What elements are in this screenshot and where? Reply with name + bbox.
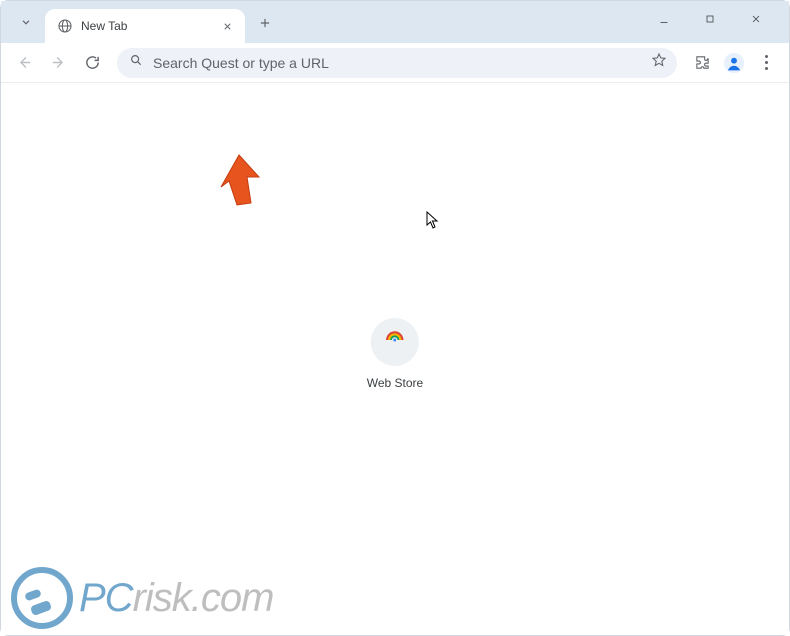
dot-icon bbox=[765, 55, 768, 58]
puzzle-icon bbox=[694, 54, 711, 71]
chrome-store-icon bbox=[384, 329, 406, 356]
watermark-logo-icon bbox=[11, 567, 73, 629]
omnibox[interactable] bbox=[117, 48, 677, 78]
window-close-button[interactable] bbox=[739, 5, 773, 33]
extensions-button[interactable] bbox=[687, 48, 717, 78]
search-icon bbox=[129, 53, 143, 72]
profile-button[interactable] bbox=[721, 50, 747, 76]
new-tab-page: Web Store PCrisk.com bbox=[1, 83, 789, 635]
new-tab-button[interactable] bbox=[251, 9, 279, 37]
browser-menu-button[interactable] bbox=[751, 48, 781, 78]
browser-tab[interactable]: New Tab bbox=[45, 9, 245, 43]
nav-reload-button[interactable] bbox=[77, 48, 107, 78]
reload-icon bbox=[84, 54, 101, 71]
omnibox-input[interactable] bbox=[153, 55, 641, 71]
maximize-icon bbox=[704, 13, 716, 25]
tab-strip: New Tab bbox=[1, 1, 789, 43]
close-icon bbox=[750, 13, 762, 25]
profile-icon bbox=[723, 52, 745, 74]
shortcut-web-store[interactable]: Web Store bbox=[367, 318, 423, 390]
shortcut-label: Web Store bbox=[367, 376, 423, 390]
star-icon bbox=[651, 52, 667, 68]
plus-icon bbox=[258, 16, 272, 30]
shortcut-tile bbox=[371, 318, 419, 366]
tab-title: New Tab bbox=[81, 19, 219, 33]
watermark: PCrisk.com bbox=[11, 567, 273, 629]
minimize-icon bbox=[658, 13, 670, 25]
arrow-right-icon bbox=[50, 54, 67, 71]
chevron-down-icon bbox=[19, 15, 33, 29]
close-icon bbox=[222, 21, 233, 32]
globe-icon bbox=[57, 18, 73, 34]
watermark-text: PCrisk.com bbox=[79, 576, 273, 621]
window-maximize-button[interactable] bbox=[693, 5, 727, 33]
window-minimize-button[interactable] bbox=[647, 5, 681, 33]
window-controls bbox=[647, 1, 783, 43]
watermark-rest: risk.com bbox=[133, 576, 274, 620]
nav-back-button[interactable] bbox=[9, 48, 39, 78]
dot-icon bbox=[765, 67, 768, 70]
nav-forward-button[interactable] bbox=[43, 48, 73, 78]
bookmark-button[interactable] bbox=[651, 52, 667, 73]
titlebar-drag-region[interactable] bbox=[283, 1, 647, 43]
search-tabs-button[interactable] bbox=[11, 7, 41, 37]
dot-icon bbox=[765, 61, 768, 64]
annotation-arrow-icon bbox=[213, 153, 263, 214]
watermark-accent: PC bbox=[79, 576, 133, 620]
arrow-left-icon bbox=[16, 54, 33, 71]
mouse-cursor-icon bbox=[426, 211, 440, 234]
browser-toolbar bbox=[1, 43, 789, 83]
tab-close-button[interactable] bbox=[219, 18, 235, 34]
